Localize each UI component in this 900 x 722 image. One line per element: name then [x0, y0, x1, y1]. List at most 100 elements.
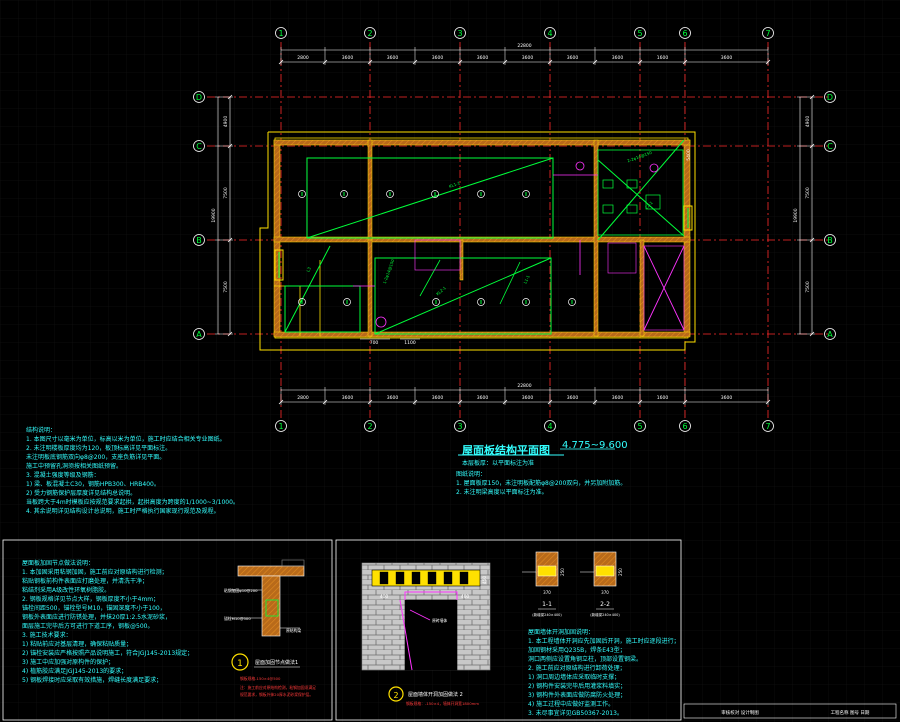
col-bubble-top-1-label: 2: [367, 29, 372, 38]
col-bubble-top-3-label: 4: [547, 29, 552, 38]
title-block-left: 审核校对 设计制图: [721, 709, 759, 716]
bottom-dim-label: 3600: [612, 395, 624, 401]
top-dim-label: 3600: [477, 55, 489, 61]
col-bubble-bottom-4-label: 5: [637, 422, 642, 431]
elevation-label: 4.775~9.600: [562, 440, 628, 451]
col-bubble-top-6-label: 7: [765, 29, 770, 38]
col-bubble-top-4-label: 5: [637, 29, 642, 38]
top-dim-label: 3600: [567, 55, 579, 61]
notes-section-header: 屋面墙体开洞加固说明：: [528, 629, 595, 636]
notes-general-header: 结构说明：: [26, 427, 57, 434]
note-line: 2. 钢板规格详见节点大样，钢板厚度不小于4mm；: [22, 596, 160, 603]
note-line: 1) 梁、板混凝土C30，钢筋HPB300、HRB400。: [26, 481, 160, 488]
notes-general: 结构说明： 1. 本图尺寸以毫米为单位，标高以米为单位，施工时应结合相关专业图纸…: [26, 426, 239, 516]
detail1-note: 钢板规格-150×4@500: [240, 676, 281, 681]
wall-2: [273, 139, 691, 146]
top-dim-label: 1600: [657, 55, 669, 61]
note-line: 粘结剂采用A级改性环氧树脂胶。: [22, 587, 111, 594]
note-line: 1. 本加固采用粘钢加固，施工前应对原结构进行检测；: [22, 569, 168, 576]
bottom-dim-label: 3600: [342, 395, 354, 401]
left-dim-label: 4900: [223, 116, 229, 128]
title-block-right: 工程名称 图号 日期: [831, 709, 870, 716]
detail1-label: 粘钢加固φ10@200: [224, 588, 258, 593]
col-bubble-bottom-1-label: 2: [367, 422, 372, 431]
note-line: 4) 施工过程中应做好监测工作。: [528, 701, 615, 708]
notes-section: 屋面墙体开洞加固说明： 1. 本工程墙体开洞应先加固后开洞，施工时应逐段进行； …: [528, 628, 680, 718]
detail2-title: 屋面墙体开洞加固做法 2: [408, 691, 463, 698]
detail2-note: 钢板规格：-150×4，墙体开洞宽1800mm: [406, 701, 479, 706]
notes-plan-header: 图纸说明：: [456, 471, 487, 478]
bottom-dim-label: 3600: [721, 395, 733, 401]
section-2-2-h: 250: [618, 568, 623, 576]
detail1-label: 原结构梁: [286, 628, 301, 633]
bottom-dim-label: 3600: [432, 395, 444, 401]
row-bubble-left-0-label: D: [196, 93, 202, 102]
section-2-2-dim: 370: [601, 590, 609, 595]
row-bubble-right-0-label: D: [827, 93, 833, 102]
note-line: 4) 植筋胶应满足JGJ145-2013的要求；: [22, 668, 128, 675]
detail2-dim: 400: [380, 594, 389, 600]
top-dim-label: 3600: [612, 55, 624, 61]
note-line: 加固钢材采用Q235B，焊条E43型；: [528, 647, 626, 654]
note-line: 3) 钢构件外表面应做防腐防火处理；: [528, 692, 627, 699]
note-line: 2) 受力钢筋保护层厚度详见结构总说明。: [26, 490, 137, 497]
detail2-opening: [404, 599, 458, 671]
note-line: 粘贴钢板前构件表面应打磨处理，并清洗干净；: [22, 578, 149, 585]
detail2-lintel-hole-5: [459, 571, 469, 585]
note-line: 钢板外表面应进行防锈处理，并抹20厚1:2.5水泥砂浆，: [22, 614, 172, 621]
drawing-title: 屋面板结构平面图: [462, 444, 550, 457]
bottom-dim-label: 3600: [477, 395, 489, 401]
detail2-lintel-hole-2: [411, 571, 421, 585]
note-line: 2) 钢构件安装完毕后用灌浆料填实；: [528, 683, 627, 690]
note-line: 洞口两侧应设置角钢立柱，顶部设置钢梁。: [528, 656, 643, 663]
row-bubble-right-2-label: B: [827, 236, 833, 245]
detail2-lintel-hole-3: [427, 571, 437, 585]
note-line: 当板跨大于4m时模板应按规范要求起拱，起拱高度为跨度的1/1000~3/1000…: [26, 499, 239, 506]
wall-6: [593, 139, 599, 337]
row-bubble-right-1-label: C: [827, 142, 833, 151]
detail2-label: 原砖墙体: [432, 618, 447, 623]
section-2-2-sub: (新增梁240×400): [590, 612, 620, 617]
top-dim-label: 3600: [342, 55, 354, 61]
col-bubble-top-5-label: 6: [682, 29, 687, 38]
bottom-dim-label: 3600: [567, 395, 579, 401]
note-line: 2. 未注明楼板厚度均为120，板顶标高详见平面标注。: [26, 445, 172, 452]
detail1-note: 规范要求，钢板外抹20厚水泥砂浆保护层。: [240, 692, 313, 697]
bottom-dim-label: 1600: [657, 395, 669, 401]
top-dim-label: 3600: [522, 55, 534, 61]
note-line: 3. 混凝土强度等级及钢筋：: [26, 472, 100, 479]
col-bubble-bottom-3-label: 4: [547, 422, 552, 431]
notes-plan: 图纸说明： 1. 屋面板厚150，未注明板配筋φ8@200双向，并另加附加筋。 …: [456, 470, 626, 497]
bottom-dim-label: 3600: [522, 395, 534, 401]
note-line: 1) 洞口周边墙体应采取临时支撑；: [528, 674, 621, 681]
col-bubble-top-0-label: 1: [278, 29, 283, 38]
misc-dim: 5400: [686, 149, 692, 161]
detail2-dim: 450: [482, 576, 488, 585]
note-line: 2) 锚栓安装应严格按照产品说明施工，符合JGJ145-2013规定；: [22, 650, 194, 657]
note-line: 5) 钢板焊接时应采取有效措施，焊缝长度满足要求；: [22, 677, 163, 684]
row-bubble-left-2-label: B: [196, 236, 202, 245]
section-1-1-sub: (新增梁240×400): [532, 612, 562, 617]
misc-dim: 700: [370, 340, 379, 346]
detail1-slab: [237, 565, 305, 577]
right-dim-label: 7500: [805, 187, 811, 199]
note-line: 2. 未注明梁高度以平面标注为准。: [456, 489, 548, 496]
wall-7: [639, 239, 645, 337]
top-dim-total: 22800: [517, 43, 531, 49]
drawing-subtitle: 本层板厚：以平面标注为准: [462, 460, 535, 467]
right-dim-label: 4900: [805, 116, 811, 128]
bottom-dim-label: 3600: [387, 395, 399, 401]
note-line: 3. 未尽事宜详见GB50367-2013。: [528, 710, 623, 717]
detail2-lintel-hole-0: [379, 571, 389, 585]
col-bubble-bottom-2-label: 3: [457, 422, 462, 431]
section-2-2-core: [595, 565, 615, 577]
right-dim-label: 7500: [805, 281, 811, 293]
right-dim-total: 19900: [793, 208, 799, 222]
note-line: 1. 本工程墙体开洞应先加固后开洞，施工时应逐段进行；: [528, 638, 680, 645]
note-line: 面层施工完毕后方可进行下道工序，钢板@500。: [22, 623, 154, 630]
note-line: 1. 屋面板厚150，未注明板配筋φ8@200双向，并另加附加筋。: [456, 480, 627, 487]
bottom-dim-total: 22800: [517, 383, 531, 389]
note-line: 未注明板底钢筋双向φ8@200，支座负筋详见平面。: [26, 454, 166, 461]
detail1-column: [261, 575, 281, 637]
note-line: 1) 粘贴前应对基层清理，确保粘贴质量；: [22, 641, 133, 648]
